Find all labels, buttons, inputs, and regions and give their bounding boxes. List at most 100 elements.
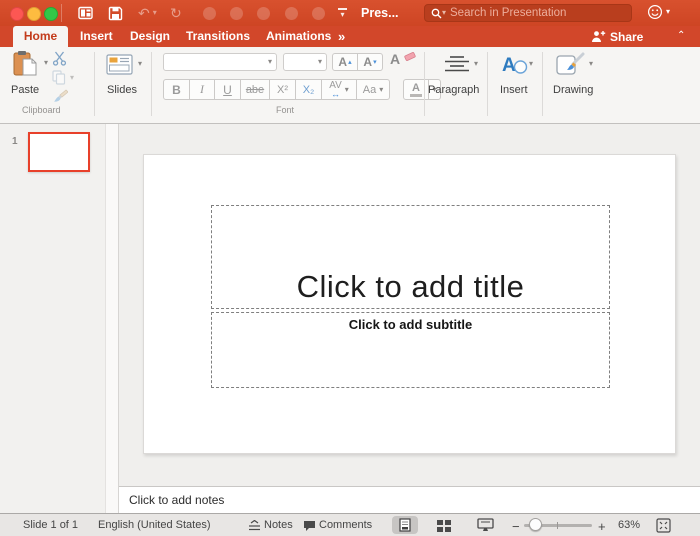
slideshow-view-button[interactable]	[472, 516, 498, 534]
clear-formatting-letter: A	[390, 51, 401, 67]
comments-icon	[304, 521, 315, 531]
zoom-slider-handle[interactable]	[529, 518, 542, 531]
drawing-button[interactable]	[556, 52, 586, 81]
disabled-toolbar-icon	[312, 7, 325, 20]
slide-thumbnail[interactable]	[28, 132, 90, 172]
disabled-toolbar-icon	[285, 7, 298, 20]
notes-placeholder-text: Click to add notes	[129, 493, 225, 507]
superscript-button[interactable]: X²	[269, 79, 296, 100]
save-button[interactable]	[108, 5, 123, 21]
undo-button[interactable]: ↶ ▾	[138, 5, 157, 21]
italic-button[interactable]: I	[189, 79, 215, 100]
smiley-icon	[647, 4, 663, 20]
insert-label: Insert	[500, 84, 528, 96]
redo-button[interactable]: ↻	[170, 5, 182, 21]
spacing-dropdown-icon: ▾	[344, 84, 349, 94]
paste-button[interactable]	[10, 50, 40, 83]
tab-design[interactable]: Design	[130, 26, 170, 47]
insert-dropdown-icon[interactable]: ▾	[529, 60, 533, 68]
search-box[interactable]: ▾	[424, 4, 632, 22]
change-case-letters: Aa	[362, 83, 377, 96]
zoom-level[interactable]: 63%	[618, 519, 640, 531]
format-painter-icon	[54, 89, 69, 102]
paste-dropdown-icon[interactable]: ▾	[44, 59, 48, 67]
slide-count: Slide 1 of 1	[23, 519, 79, 531]
font-size-combobox[interactable]: ▾	[283, 53, 327, 71]
insert-button[interactable]: A	[500, 52, 528, 81]
comments-toggle-label[interactable]: Comments	[319, 519, 372, 531]
font-size-dropdown-icon: ▾	[317, 57, 322, 66]
character-spacing-button[interactable]: AV ↔ ▾	[321, 79, 357, 100]
close-window-button[interactable]	[10, 7, 24, 21]
panel-scrollbar-gutter[interactable]	[105, 124, 118, 513]
font-size-buttons: A ▴ A ▾	[332, 53, 383, 71]
collapse-ribbon-button[interactable]: ⌃	[677, 30, 685, 41]
underline-button[interactable]: U	[214, 79, 241, 100]
font-group-label: Font	[276, 105, 295, 115]
font-color-button[interactable]: A	[403, 79, 429, 100]
slide-editor-area: Click to add title Click to add subtitle	[119, 124, 700, 486]
slides-button[interactable]	[106, 54, 133, 80]
powerpoint-window: ↶ ▾ ↻ ▾ Pres... ▾ Search in Presentation…	[0, 0, 700, 536]
drawing-dropdown-icon[interactable]: ▾	[589, 60, 593, 68]
normal-view-button[interactable]	[392, 516, 418, 534]
tab-insert[interactable]: Insert	[80, 26, 113, 47]
save-icon	[108, 6, 123, 20]
more-tabs-button[interactable]: »	[338, 26, 345, 47]
zoom-slider-detent	[557, 522, 558, 529]
grow-font-letter: A	[338, 55, 348, 69]
shrink-font-arrow-icon: ▾	[373, 59, 377, 66]
subtitle-placeholder[interactable]: Click to add subtitle	[211, 312, 610, 388]
minimize-window-button[interactable]	[27, 7, 41, 21]
paragraph-dropdown-icon[interactable]: ▾	[474, 60, 478, 68]
slides-dropdown-icon[interactable]: ▾	[138, 60, 142, 68]
copy-dropdown-icon[interactable]: ▾	[70, 74, 74, 82]
new-presentation-button[interactable]	[78, 5, 94, 21]
slide-canvas[interactable]: Click to add title Click to add subtitle	[143, 154, 676, 454]
zoom-out-button[interactable]: −	[512, 519, 520, 534]
paragraph-button[interactable]	[444, 55, 470, 78]
tab-home[interactable]: Home	[13, 26, 68, 47]
notes-pane[interactable]: Click to add notes	[119, 486, 700, 513]
title-placeholder[interactable]: Click to add title	[211, 205, 610, 309]
grow-font-button[interactable]: A ▴	[332, 53, 358, 71]
cut-icon	[52, 51, 67, 66]
notes-toggle[interactable]	[248, 519, 261, 533]
clear-formatting-button[interactable]: A	[390, 51, 416, 69]
font-name-combobox[interactable]: ▾	[163, 53, 277, 71]
tab-animations[interactable]: Animations	[266, 26, 331, 47]
paste-label: Paste	[11, 84, 40, 96]
zoom-in-button[interactable]: +	[598, 519, 606, 534]
tab-transitions[interactable]: Transitions	[186, 26, 250, 47]
subscript-button[interactable]: X₂	[295, 79, 322, 100]
comments-toggle[interactable]	[303, 520, 316, 534]
customize-dropdown-icon: ▾	[340, 10, 345, 19]
slide-number: 1	[12, 136, 18, 147]
clipboard-group-label: Clipboard	[22, 105, 61, 115]
share-person-icon	[592, 31, 606, 42]
copy-button[interactable]	[52, 70, 66, 90]
cut-button[interactable]	[52, 51, 67, 71]
group-divider	[94, 52, 95, 116]
fit-slide-to-window-button[interactable]	[656, 518, 671, 536]
ribbon: ▾ Paste ▾ Clipboard ▾ Slides ▾ ▾ A ▴ A ▾…	[0, 47, 700, 124]
status-bar: Slide 1 of 1 English (United States) Not…	[0, 513, 700, 536]
zoom-window-button[interactable]	[44, 7, 58, 21]
search-input[interactable]	[450, 7, 625, 19]
notes-icon	[249, 519, 260, 531]
paste-icon	[13, 51, 37, 76]
feedback-button[interactable]: ▾	[647, 4, 670, 20]
notes-toggle-label[interactable]: Notes	[264, 519, 293, 531]
disabled-toolbar-icon	[203, 7, 216, 20]
shrink-font-button[interactable]: A ▾	[357, 53, 383, 71]
change-case-button[interactable]: Aa ▾	[356, 79, 390, 100]
slide-sorter-view-button[interactable]	[430, 516, 456, 534]
customize-quick-access-button[interactable]: ▾	[338, 8, 347, 19]
strikethrough-button[interactable]: abe	[240, 79, 270, 100]
disabled-toolbar-icon	[230, 7, 243, 20]
search-icon	[431, 8, 442, 18]
language-indicator[interactable]: English (United States)	[98, 519, 211, 531]
bold-button[interactable]: B	[163, 79, 190, 100]
share-button[interactable]: Share	[591, 26, 643, 47]
title-placeholder-text: Click to add title	[296, 269, 525, 304]
